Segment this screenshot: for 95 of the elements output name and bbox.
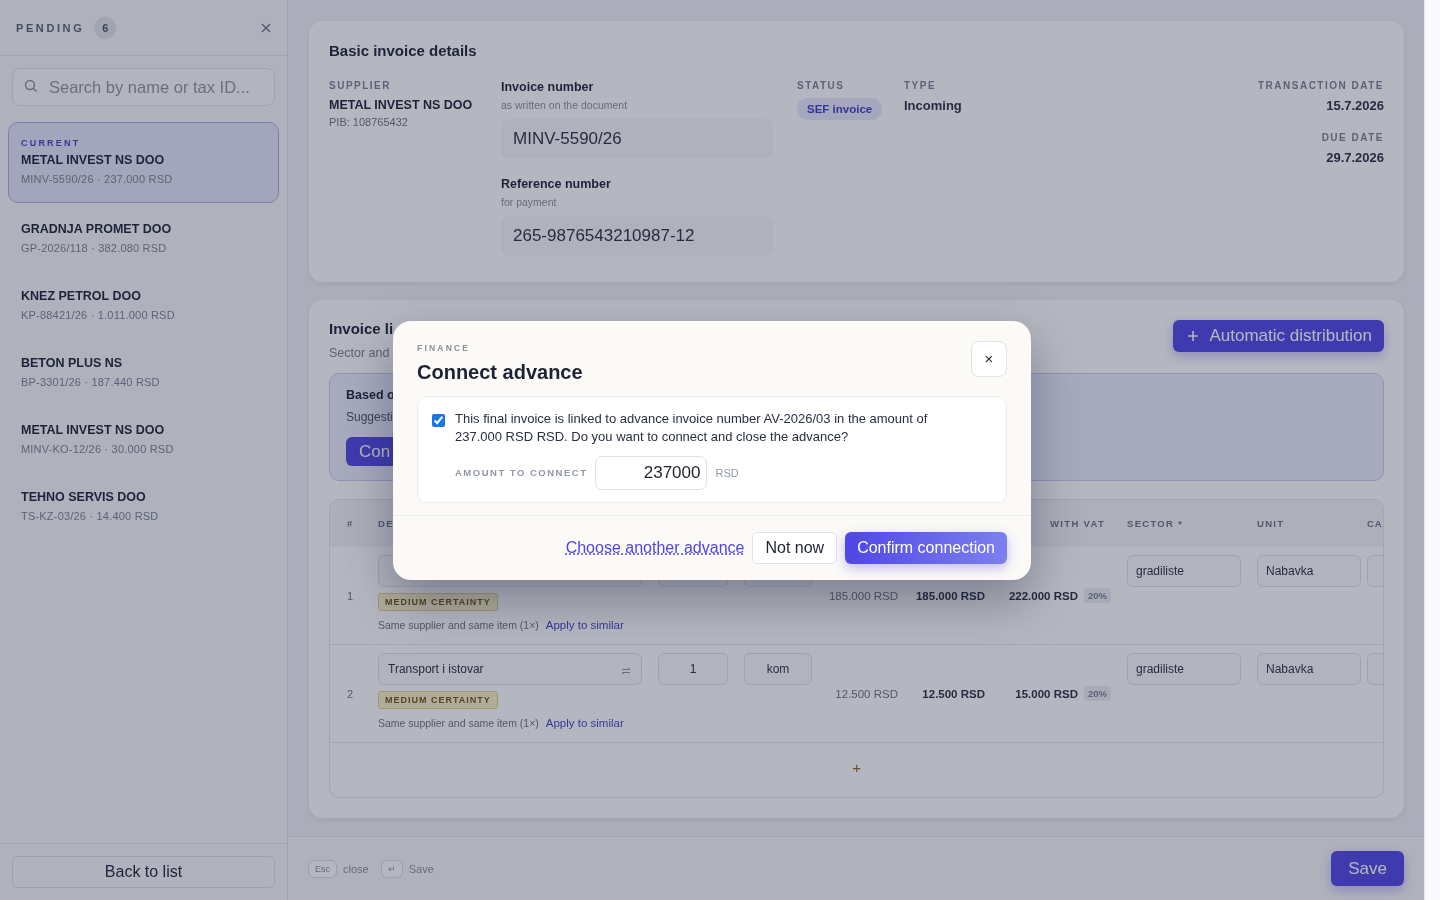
key-badge: Esc [308, 859, 337, 878]
status-badge: SEF invoice [797, 98, 883, 120]
add-line-button[interactable]: + [846, 757, 867, 777]
sector-field[interactable]: gradiliste [1127, 555, 1241, 587]
amount-field[interactable]: 237000 [595, 455, 708, 490]
supplier-name: GRADNJA PROMET DOO [21, 221, 173, 236]
match-hint: Same supplier and same item (1×) [378, 619, 539, 631]
tax-id: PIB: 108765432 [329, 116, 409, 128]
invoice-meta: BP-3301/26 · 187.440 RSD [21, 375, 161, 388]
column-header: UNIT [1257, 518, 1285, 529]
suggestion-text: Suggesti [346, 410, 393, 424]
automatic-distribution-button[interactable]: Automatic distribution [1173, 320, 1384, 352]
unit-select[interactable]: Nabavka [1257, 555, 1361, 587]
save-button[interactable]: Save [1331, 851, 1404, 886]
date-value: 15.7.2026 [1326, 98, 1384, 113]
column-header: DE [378, 518, 394, 529]
input-field[interactable]: MINV-5590/26 [501, 119, 773, 159]
supplier-name: BETON PLUS NS [21, 355, 124, 370]
supplier-name: TEHNO SERVIS DOO [21, 489, 147, 504]
price-value: 12.500 RSD [835, 687, 898, 700]
card-title: Invoice li [329, 320, 394, 337]
supplier-name: KNEZ PETROL DOO [21, 288, 142, 303]
field-label: TYPE [904, 80, 938, 91]
field-label: DUE DATE [1321, 132, 1384, 143]
column-header: SECTOR * [1127, 518, 1184, 529]
invoice-list-item[interactable]: METAL INVEST NS DOO MINV-KO-12/26 · 30.000 RSD [8, 406, 279, 473]
invoice-meta: KP-88421/26 · 1.011.000 RSD [21, 308, 176, 321]
invoice-meta: MINV-KO-12/26 · 30.000 RSD [21, 442, 175, 455]
dialog-title: Connect advance [417, 360, 583, 384]
apply-to-similar-link[interactable]: Apply to similar [545, 619, 624, 631]
invoice-list-item[interactable]: KNEZ PETROL DOO KP-88421/26 · 1.011.000 RSD [8, 272, 279, 339]
currency-label: RSD [715, 466, 739, 479]
confirm-connection-button[interactable]: Confirm connection [845, 531, 1007, 564]
card-title: Basic invoice details [329, 42, 478, 59]
column-header: CA [1367, 518, 1383, 529]
key-badge: ↵ [380, 859, 403, 878]
count-badge: 6 [94, 16, 117, 39]
search-field[interactable]: Search by name or tax ID... [12, 68, 275, 106]
invoice-list-item[interactable]: BETON PLUS NS BP-3301/26 · 187.440 RSD [8, 339, 279, 406]
choose-another-advance-link[interactable]: Choose another advance [565, 538, 745, 557]
invoice-meta: TS-KZ-03/26 · 14.400 RSD [21, 509, 160, 522]
certainty-badge: MEDIUM CERTAINTY [378, 593, 498, 611]
plus-icon [1187, 330, 1200, 342]
sector-field[interactable]: gradiliste [1127, 653, 1241, 685]
field-label: SUPPLIER [329, 80, 392, 91]
input-field[interactable]: 265-9876543210987-12 [501, 216, 773, 256]
close-icon[interactable] [261, 22, 271, 33]
vat-badge: 20% [1084, 686, 1111, 701]
unit-field[interactable]: kom [744, 653, 812, 685]
quantity-field[interactable]: 1 [658, 653, 728, 685]
column-header: # [347, 518, 354, 529]
net-value: 185.000 RSD [915, 589, 985, 602]
invoice-meta: MINV-5590/26 · 237.000 RSD [21, 173, 174, 185]
field-label: Reference number [501, 177, 612, 191]
connect-checkbox[interactable] [432, 413, 445, 427]
field-label: AMOUNT TO CONNECT [455, 467, 588, 478]
search-icon [24, 79, 38, 93]
shortcut-label: Save [408, 862, 434, 875]
item-tag: CURRENT [21, 138, 266, 148]
invoice-list-item[interactable]: TEHNO SERVIS DOO TS-KZ-03/26 · 14.400 RSD [8, 473, 279, 540]
description-field[interactable]: Transport i istovar [378, 653, 642, 685]
field-hint: as written on the document [501, 99, 629, 111]
field-label: Invoice number [501, 80, 595, 94]
dialog-eyebrow: FINANCE [417, 342, 472, 353]
back-button[interactable]: Back to list [12, 856, 275, 888]
price-value: 185.000 RSD [828, 589, 898, 602]
sidebar-title: PENDING [16, 21, 85, 34]
gross-value: 222.000 RSD [1008, 589, 1078, 602]
date-value: 29.7.2026 [1326, 150, 1384, 165]
supplier-name: METAL INVEST NS DOO [21, 153, 166, 167]
unit-select[interactable]: Nabavka [1257, 653, 1361, 685]
advance-message: This final invoice is linked to advance invoice number AV-2026/03 in the amount of 237.000 RSD RSD. Do you want to connect and close the advance? [455, 409, 929, 446]
supplier-name: METAL INVEST NS DOO [21, 422, 166, 437]
field-hint: for payment [501, 196, 558, 208]
invoice-list-item[interactable]: GRADNJA PROMET DOO GP-2026/118 · 382.080 RSD [8, 205, 279, 272]
invoice-meta: GP-2026/118 · 382.080 RSD [21, 241, 168, 254]
net-value: 12.500 RSD [922, 687, 985, 700]
gross-value: 15.000 RSD [1015, 687, 1078, 700]
row-number: 2 [347, 687, 354, 700]
invoice-list-item[interactable]: CURRENT METAL INVEST NS DOO MINV-5590/26 · 237.000 RSD [8, 122, 279, 203]
row-number: 1 [347, 589, 354, 602]
close-button[interactable]: × [971, 340, 1007, 377]
vat-badge: 20% [1084, 588, 1111, 603]
not-now-button[interactable]: Not now [752, 531, 838, 564]
certainty-badge: MEDIUM CERTAINTY [378, 691, 498, 709]
field-label: TRANSACTION DATE [1258, 80, 1384, 91]
column-header: WITH VAT [1050, 518, 1105, 529]
supplier-name: METAL INVEST NS DOO [329, 98, 474, 112]
field-value: Incoming [904, 98, 962, 113]
shortcut-label: close [343, 862, 369, 875]
apply-to-similar-link[interactable]: Apply to similar [545, 717, 624, 729]
card-subtitle: Sector and [329, 346, 391, 360]
match-hint: Same supplier and same item (1×) [378, 717, 539, 729]
swap-icon[interactable] [621, 667, 631, 675]
field-label: STATUS [797, 80, 845, 91]
